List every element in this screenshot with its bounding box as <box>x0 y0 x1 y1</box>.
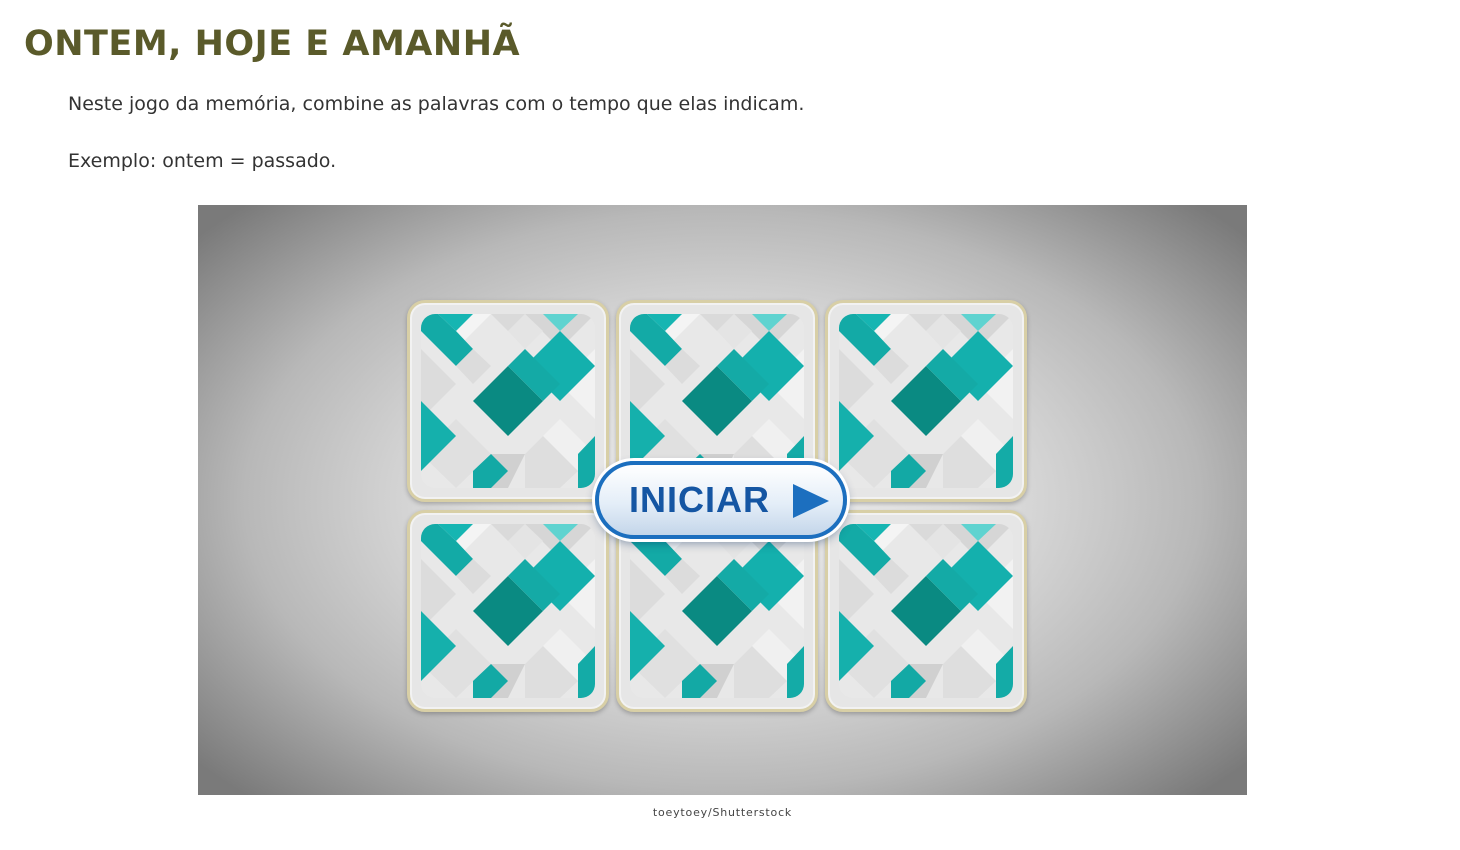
memory-card[interactable] <box>616 510 818 712</box>
play-icon <box>793 484 829 518</box>
card-back-pattern <box>839 524 1013 698</box>
memory-card[interactable] <box>407 510 609 712</box>
card-back-pattern <box>839 314 1013 488</box>
start-button-label: INICIAR <box>629 479 770 520</box>
image-credit: toeytoey/Shutterstock <box>652 806 793 819</box>
memory-card[interactable] <box>825 300 1027 502</box>
card-back-pattern <box>421 524 595 698</box>
page-title: ONTEM, HOJE E AMANHÃ <box>24 24 521 64</box>
card-back-pattern <box>630 524 804 698</box>
memory-card[interactable] <box>825 510 1027 712</box>
memory-game-stage: INICIAR <box>198 205 1247 795</box>
memory-card[interactable] <box>407 300 609 502</box>
instruction-text: Neste jogo da memória, combine as palavr… <box>68 93 805 115</box>
example-text: Exemplo: ontem = passado. <box>68 150 337 172</box>
start-button[interactable]: INICIAR <box>595 461 847 539</box>
card-back-pattern <box>421 314 595 488</box>
